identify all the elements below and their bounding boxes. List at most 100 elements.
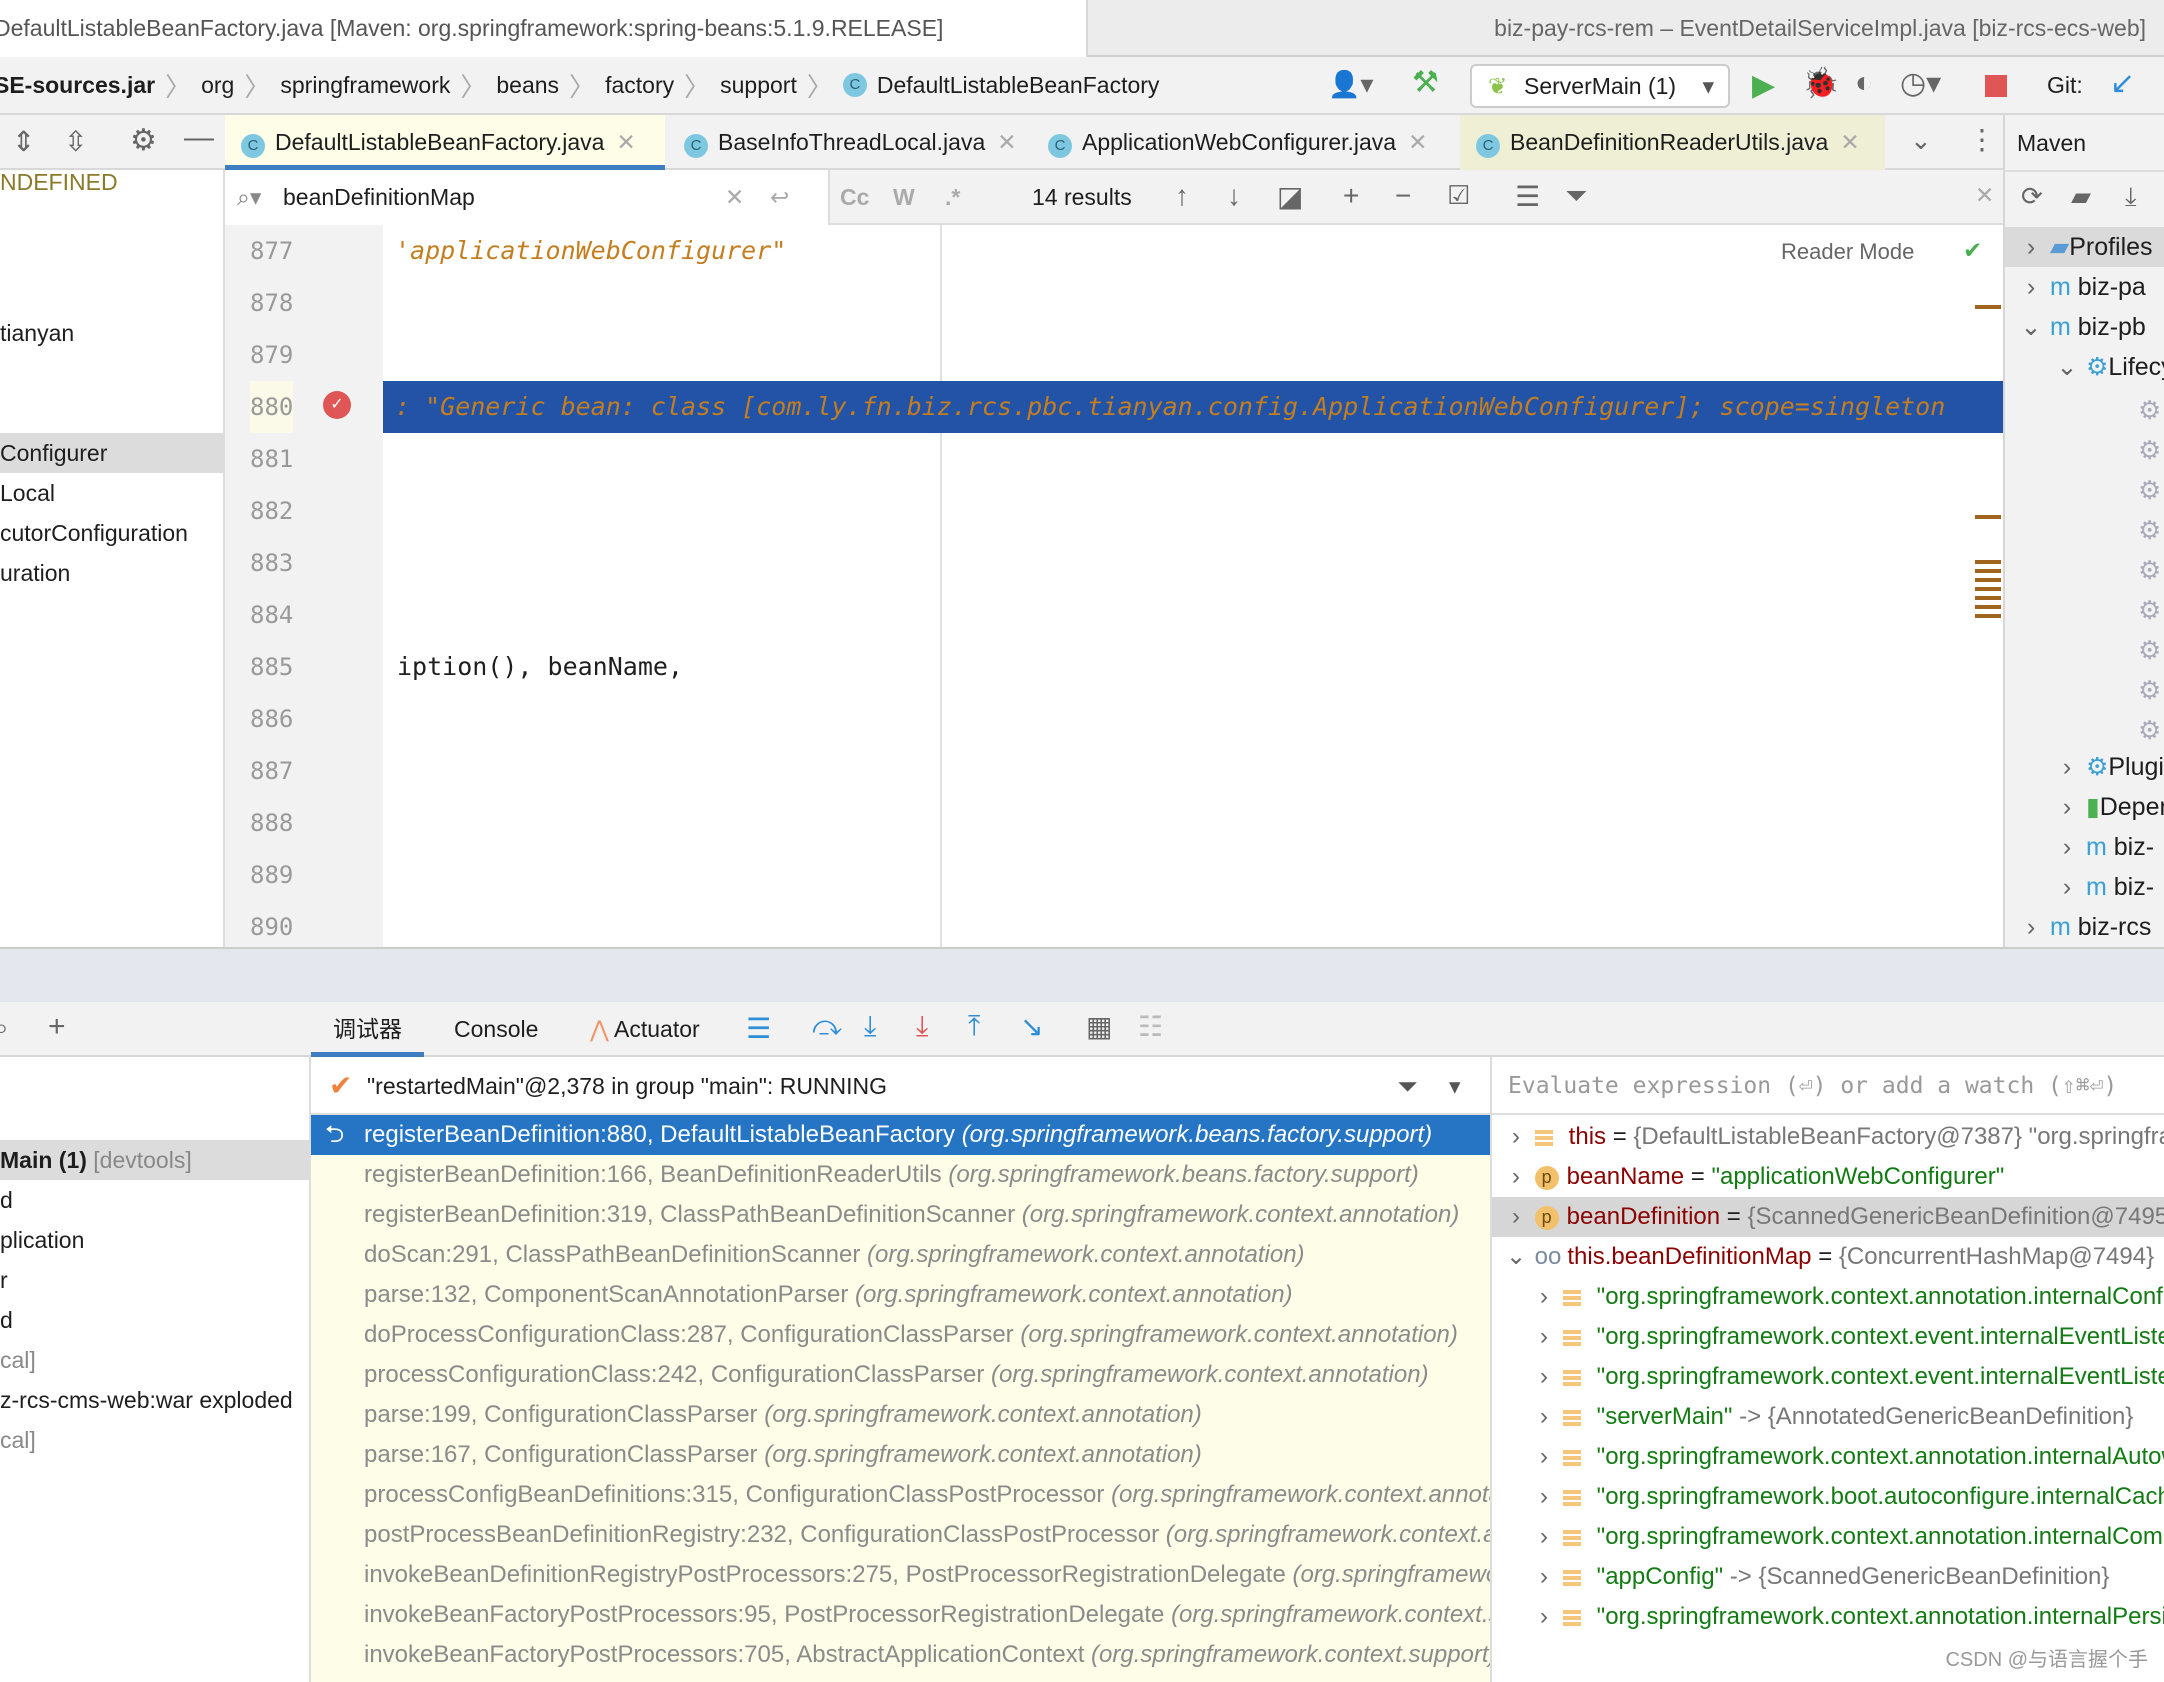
chevron-down-icon[interactable]: ▾ <box>1449 1057 1461 1115</box>
session-item[interactable]: plication <box>0 1220 225 1260</box>
git-update-icon[interactable]: ↙ <box>2110 66 2135 101</box>
run-to-cursor-icon[interactable]: ↘ <box>1020 1010 1043 1043</box>
maven-item[interactable]: › m biz-pa <box>2019 267 2146 307</box>
debug-bug-icon[interactable]: 🐞 <box>1802 66 1839 101</box>
previous-occurrence-icon[interactable]: ↑ <box>1175 180 1189 212</box>
clear-icon[interactable]: ✕ <box>725 170 744 225</box>
frame-item[interactable]: doScan:291, ClassPathBeanDefinitionScann… <box>311 1235 1490 1275</box>
window-title-right[interactable]: biz-pay-rcs-rem – EventDetailServiceImpl… <box>1494 0 2146 57</box>
chevron-right-icon[interactable]: › <box>1532 1437 1556 1477</box>
step-into-icon[interactable]: ⤓ <box>864 1010 876 1043</box>
step-out-icon[interactable]: ⤒ <box>968 1010 980 1043</box>
gear-icon[interactable]: ⚙ <box>130 123 157 158</box>
session-item[interactable]: cal] <box>0 1420 225 1460</box>
frame-item[interactable]: registerBeanDefinition:166, BeanDefiniti… <box>311 1155 1490 1195</box>
maven-item[interactable]: › m biz- <box>2055 827 2154 867</box>
folder-icon[interactable]: ▰ <box>2071 181 2091 212</box>
maven-item[interactable]: › m biz-rcs <box>2019 907 2152 947</box>
breadcrumb-factory[interactable]: factory <box>605 72 674 99</box>
maven-item-lifecycle[interactable]: ⌄ ⚙Lifecycle <box>2055 347 2164 387</box>
panel-splitter[interactable] <box>0 947 2164 1002</box>
next-occurrence-icon[interactable]: ↓ <box>1227 180 1241 212</box>
chevron-right-icon[interactable]: › <box>1532 1397 1556 1437</box>
close-icon[interactable]: ✕ <box>1408 129 1427 155</box>
map-entry-row[interactable]: › "org.springframework.boot.autoconfigur… <box>1492 1477 2164 1517</box>
more-options-icon[interactable]: ⋮ <box>1968 123 1996 156</box>
step-over-icon[interactable]: ⤼ <box>812 1010 842 1043</box>
run-configuration-select[interactable]: ❦ ServerMain (1) ▾ <box>1470 64 1730 108</box>
breadcrumb-beans[interactable]: beans <box>496 72 559 99</box>
coverage-icon[interactable]: ◐ <box>1855 66 1873 100</box>
search-icon[interactable]: ⌕ <box>0 1012 9 1044</box>
frame-item[interactable]: processConfigBeanDefinitions:315, Config… <box>311 1475 1490 1515</box>
map-entry-row[interactable]: › "org.springframework.context.event.int… <box>1492 1317 2164 1357</box>
maven-item[interactable]: › m biz- <box>2055 867 2154 907</box>
frame-item[interactable]: invokeBeanDefinitionRegistryPostProcesso… <box>311 1555 1490 1595</box>
map-entry-row[interactable]: › "org.springframework.context.annotatio… <box>1492 1597 2164 1637</box>
user-icon[interactable]: 👤▾ <box>1328 69 1373 100</box>
chevron-down-icon[interactable]: ⌄ <box>1504 1237 1528 1277</box>
minimize-icon[interactable]: — <box>184 121 214 155</box>
frame-item[interactable]: postProcessBeanDefinitionRegistry:232, C… <box>311 1515 1490 1555</box>
tab-bean-definition-reader-utils[interactable]: C BeanDefinitionReaderUtils.java ✕ <box>1460 115 1885 170</box>
project-item[interactable]: uration <box>0 553 223 593</box>
maven-item[interactable]: ⌄ m biz-pb <box>2019 307 2146 347</box>
chevron-right-icon[interactable]: › <box>1504 1157 1528 1197</box>
chevron-right-icon[interactable]: › <box>1532 1477 1556 1517</box>
map-entry-row[interactable]: › "serverMain" -> {AnnotatedGenericBeanD… <box>1492 1397 2164 1437</box>
filter-icon[interactable]: ⏷ <box>1397 1057 1418 1115</box>
map-entry-row[interactable]: › "org.springframework.context.annotatio… <box>1492 1517 2164 1557</box>
download-icon[interactable]: ⤓ <box>2125 181 2137 213</box>
maven-item-profiles[interactable]: › ▰Profiles <box>2005 227 2164 267</box>
breadcrumb-class[interactable]: DefaultListableBeanFactory <box>877 72 1160 99</box>
chevron-right-icon[interactable]: › <box>1504 1117 1528 1157</box>
project-item[interactable]: cutorConfiguration <box>0 513 223 553</box>
add-occurrence-icon[interactable]: + <box>1343 180 1359 212</box>
breadcrumb-support[interactable]: support <box>720 72 797 99</box>
evaluate-expression-input[interactable]: Evaluate expression (⏎) or add a watch (… <box>1492 1057 2164 1115</box>
chevron-right-icon[interactable]: › <box>1504 1197 1528 1237</box>
tabs-dropdown-icon[interactable]: ⌄ <box>1910 125 1932 156</box>
variable-row[interactable]: ⌄ oo this.beanDefinitionMap = {Concurrent… <box>1492 1237 2164 1277</box>
new-line-icon[interactable]: ↩ <box>770 170 789 225</box>
tab-application-web-configurer[interactable]: C ApplicationWebConfigurer.java ✕ <box>1032 115 1427 170</box>
run-icon[interactable]: ▶ <box>1752 68 1775 103</box>
chevron-right-icon[interactable]: › <box>1532 1277 1556 1317</box>
project-item[interactable]: Local <box>0 473 223 513</box>
chevron-right-icon[interactable]: › <box>1532 1357 1556 1397</box>
expand-all-icon[interactable]: ⇕ <box>12 125 35 158</box>
frame-item[interactable]: registerBeanDefinition:319, ClassPathBea… <box>311 1195 1490 1235</box>
breadcrumb-org[interactable]: org <box>201 72 234 99</box>
close-icon[interactable]: ✕ <box>1840 129 1859 155</box>
frame-item[interactable]: parse:132, ComponentScanAnnotationParser… <box>311 1275 1490 1315</box>
breadcrumb-jar[interactable]: SE-sources.jar <box>0 72 155 99</box>
session-item-selected[interactable]: Main (1) [devtools] <box>0 1140 309 1180</box>
project-item-selected[interactable]: Configurer <box>0 433 223 473</box>
chevron-right-icon[interactable]: › <box>1532 1557 1556 1597</box>
session-item[interactable]: r <box>0 1260 225 1300</box>
tab-base-info-thread-local[interactable]: C BaseInfoThreadLocal.java ✕ <box>668 115 1017 170</box>
lifecycle-gear-icons[interactable]: ⚙ ⚙ ⚙ ⚙ ⚙ ⚙ ⚙ ⚙ ⚙ <box>2138 390 2161 750</box>
variable-row[interactable]: › p beanDefinition = {ScannedGenericBeanD… <box>1492 1197 2164 1237</box>
trace-icon[interactable]: ☷ <box>1138 1010 1163 1043</box>
tab-console[interactable]: Console <box>454 1002 538 1057</box>
frame-item[interactable]: parse:199, ConfigurationClassParser (org… <box>311 1395 1490 1435</box>
map-entry-row[interactable]: › "appConfig" -> {ScannedGenericBeanDefi… <box>1492 1557 2164 1597</box>
frame-item-selected[interactable]: ⮌ registerBeanDefinition:880, DefaultList… <box>311 1115 1490 1155</box>
chevron-right-icon[interactable]: › <box>1532 1597 1556 1637</box>
filter-search-results-icon[interactable]: ☰ <box>1515 180 1540 213</box>
force-step-into-icon[interactable]: ⤓ <box>916 1010 928 1043</box>
tab-debugger[interactable]: 调试器 <box>311 1002 424 1057</box>
frame-item[interactable]: invokeBeanFactoryPostProcessors:705, Abs… <box>311 1635 1490 1675</box>
breadcrumb-springframework[interactable]: springframework <box>280 72 450 99</box>
whole-word-toggle[interactable]: W <box>893 184 915 211</box>
thread-selector[interactable]: ✔ "restartedMain"@2,378 in group "main":… <box>311 1057 1490 1115</box>
close-find-icon[interactable]: ✕ <box>1975 182 1994 209</box>
remove-occurrence-icon[interactable]: − <box>1395 180 1411 212</box>
filter-icon[interactable]: ⏷ <box>1565 180 1587 213</box>
map-entry-row[interactable]: › "org.springframework.context.annotatio… <box>1492 1277 2164 1317</box>
map-entry-row[interactable]: › "org.springframework.context.event.int… <box>1492 1357 2164 1397</box>
reload-icon[interactable]: ⟳ <box>2021 181 2043 212</box>
project-item[interactable]: tianyan <box>0 313 223 353</box>
breakpoint-icon[interactable]: ✓ <box>323 391 351 419</box>
